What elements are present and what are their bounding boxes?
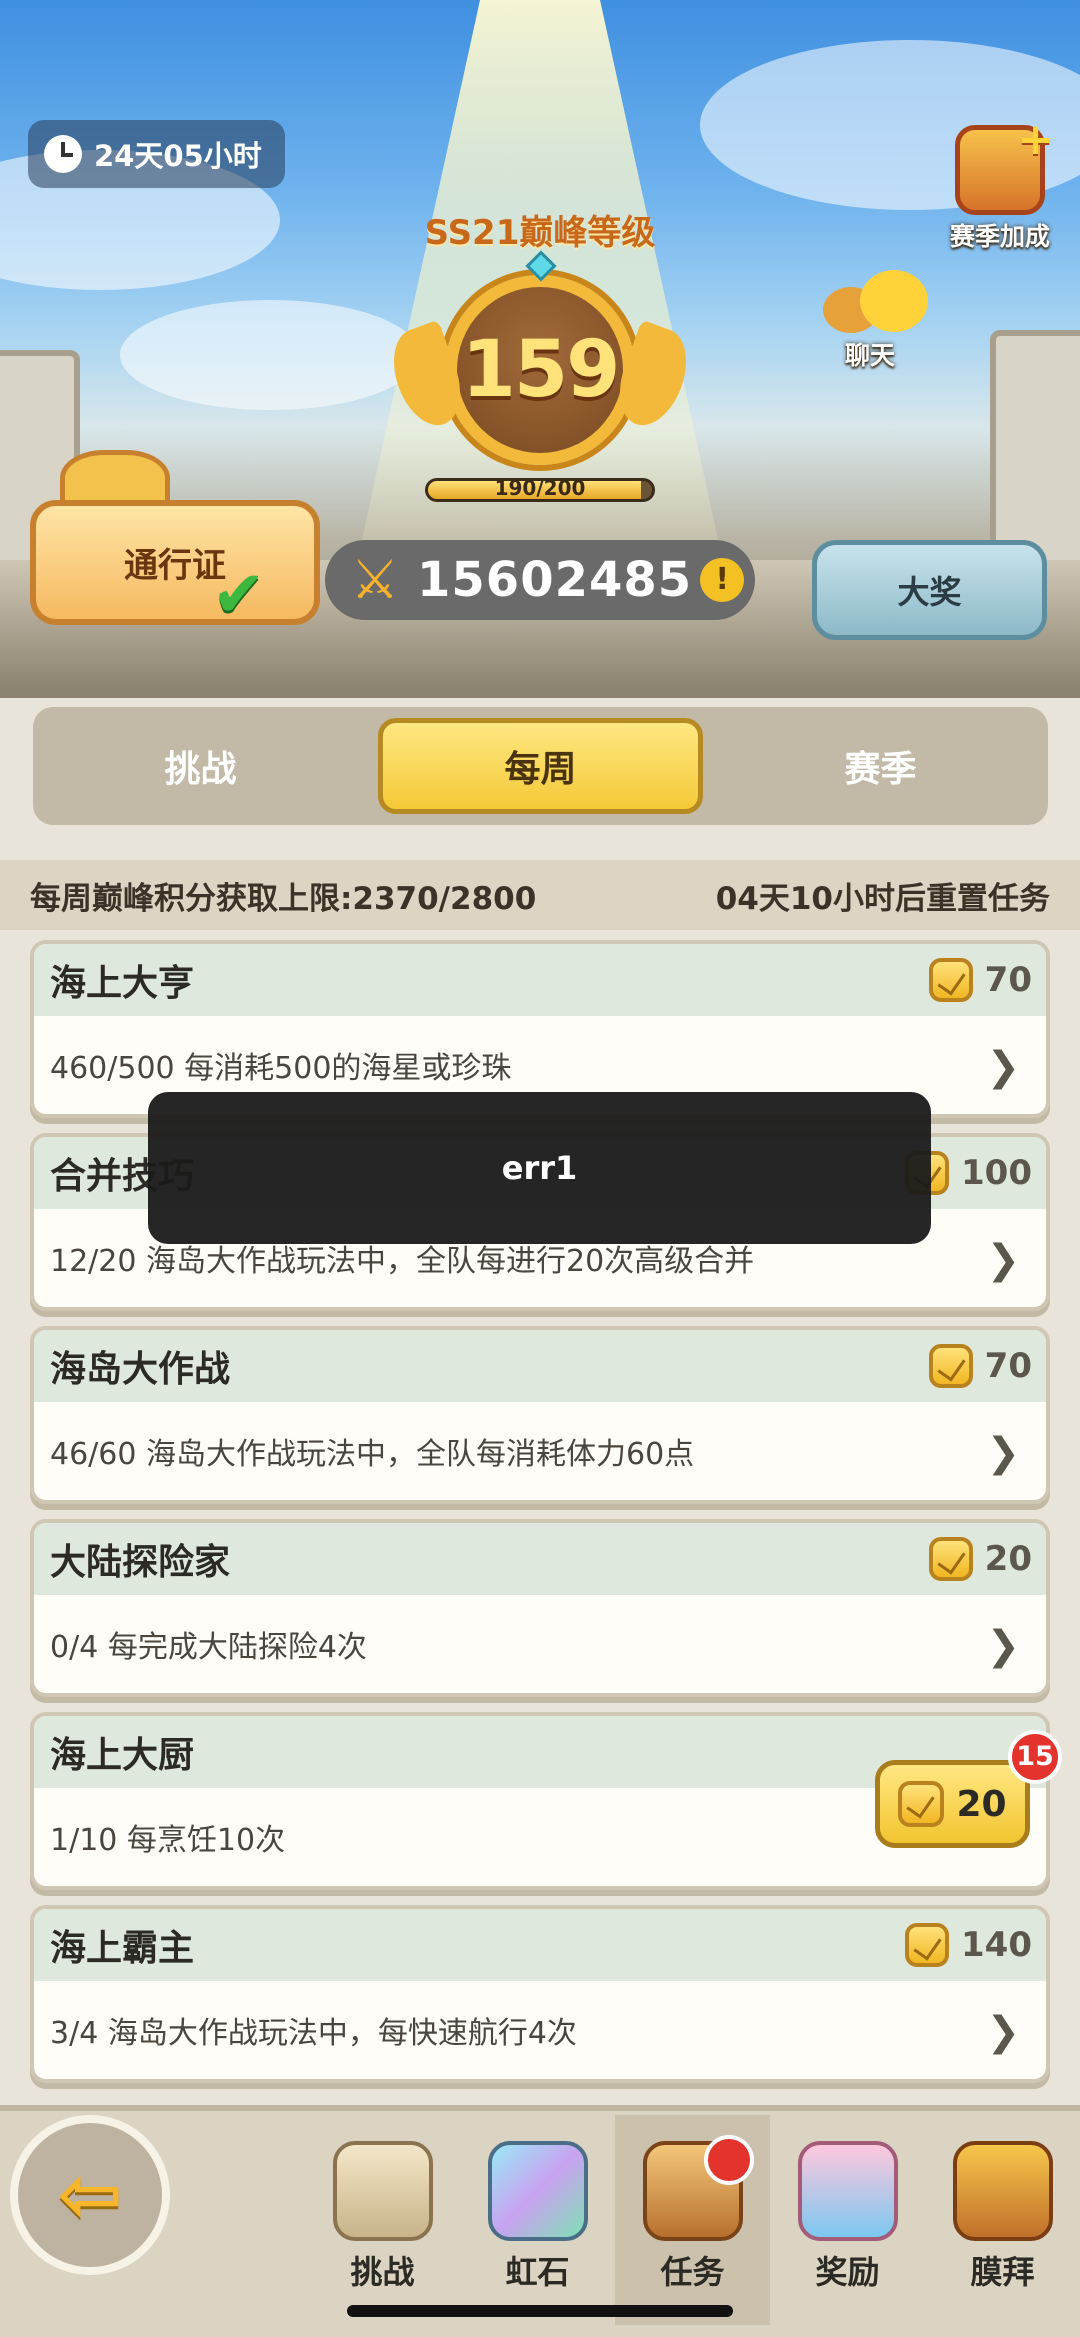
bell-icon bbox=[704, 2135, 754, 2185]
tab-season[interactable]: 赛季 bbox=[713, 707, 1048, 825]
rainbow-stone-icon bbox=[487, 2141, 588, 2241]
coin-icon bbox=[928, 1537, 973, 1581]
coin-icon bbox=[928, 958, 973, 1002]
task-reward-value: 70 bbox=[984, 960, 1032, 1000]
tab-weekly[interactable]: 每周 bbox=[378, 718, 703, 814]
bonus-shield-icon bbox=[955, 114, 1054, 215]
task-title: 海上大厨 bbox=[50, 1735, 195, 1776]
task-description: 0/4 每完成大陆探险4次 bbox=[50, 1630, 367, 1665]
grand-prize-button[interactable]: 大奖 bbox=[812, 540, 1047, 640]
chevron-right-icon[interactable]: ❯ bbox=[986, 1430, 1020, 1476]
reset-countdown-text: 04天10小时后重置任务 bbox=[715, 880, 1050, 917]
nav-label: 膜拜 bbox=[970, 2253, 1035, 2291]
chevron-right-icon[interactable]: ❯ bbox=[986, 2009, 1020, 2055]
toast-message: err1 bbox=[501, 1149, 578, 1187]
task-tabs: 挑战 每周 赛季 bbox=[33, 707, 1048, 825]
task-reward-value: 100 bbox=[961, 1153, 1032, 1193]
level-number: 159 bbox=[461, 325, 621, 415]
coin-icon bbox=[905, 1923, 950, 1967]
bottom-nav: 挑战 虹石 任务 奖励 膜拜 bbox=[305, 2115, 1080, 2325]
task-card[interactable]: 大陆探险家 20 0/4 每完成大陆探险4次 ❯ bbox=[30, 1519, 1050, 1697]
season-bonus-label: 赛季加成 bbox=[949, 222, 1050, 251]
swords-shield-icon bbox=[332, 2141, 433, 2241]
task-title: 海岛大作战 bbox=[50, 1349, 231, 1390]
home-indicator bbox=[347, 2305, 733, 2317]
nav-item-rewards[interactable]: 奖励 bbox=[770, 2115, 925, 2325]
nav-item-tasks[interactable]: 任务 bbox=[615, 2115, 770, 2325]
chat-button[interactable]: 聊天 bbox=[810, 265, 930, 372]
chevron-right-icon[interactable]: ❯ bbox=[986, 1044, 1020, 1090]
task-card[interactable]: 海岛大作战 70 46/60 海岛大作战玩法中，全队每消耗体力60点 ❯ bbox=[30, 1326, 1050, 1504]
weekly-limit-text: 每周巅峰积分获取上限:2370/2800 bbox=[30, 880, 537, 917]
nav-item-worship[interactable]: 膜拜 bbox=[925, 2115, 1080, 2325]
score-display: ⚔ 15602485 ! bbox=[325, 540, 755, 620]
gift-icon bbox=[797, 2141, 898, 2241]
weekly-info-bar: 每周巅峰积分获取上限:2370/2800 04天10小时后重置任务 bbox=[0, 860, 1080, 930]
task-description: 46/60 海岛大作战玩法中，全队每消耗体力60点 bbox=[50, 1437, 695, 1472]
checkmark-icon: ✔ bbox=[212, 558, 266, 632]
claim-reward-button[interactable]: 20 bbox=[875, 1760, 1030, 1848]
nav-label: 虹石 bbox=[505, 2253, 570, 2291]
task-reward: 70 bbox=[928, 1344, 1032, 1388]
tab-challenge[interactable]: 挑战 bbox=[33, 707, 368, 825]
season-title: SS21巅峰等级 bbox=[424, 213, 656, 253]
task-reward-value: 70 bbox=[984, 1346, 1032, 1386]
crossed-swords-icon: ⚔ bbox=[350, 548, 400, 611]
task-title: 海上霸主 bbox=[50, 1928, 195, 1969]
notification-badge: 15 bbox=[1008, 1730, 1062, 1784]
chat-label: 聊天 bbox=[844, 341, 895, 370]
chevron-right-icon[interactable]: ❯ bbox=[986, 1237, 1020, 1283]
nav-item-rainbow-stone[interactable]: 虹石 bbox=[460, 2115, 615, 2325]
clock-icon bbox=[44, 135, 82, 173]
back-button[interactable]: ⇦ bbox=[10, 2115, 170, 2275]
back-arrow-icon: ⇦ bbox=[57, 2150, 123, 2240]
battle-pass-label: 通行证 bbox=[124, 546, 226, 586]
chevron-right-icon[interactable]: ❯ bbox=[986, 1623, 1020, 1669]
task-reward: 70 bbox=[928, 958, 1032, 1002]
task-title: 海上大亨 bbox=[50, 963, 195, 1004]
nav-item-challenge[interactable]: 挑战 bbox=[305, 2115, 460, 2325]
season-timer: 24天05小时 bbox=[28, 120, 285, 188]
level-badge: 159 bbox=[381, 250, 699, 465]
task-reward-value: 140 bbox=[961, 1925, 1032, 1965]
error-toast: err1 bbox=[148, 1092, 931, 1244]
claim-reward-value: 20 bbox=[956, 1783, 1007, 1825]
info-icon[interactable]: ! bbox=[700, 558, 745, 602]
coin-icon bbox=[928, 1344, 973, 1388]
xp-text: 190/200 bbox=[494, 476, 586, 500]
task-title: 大陆探险家 bbox=[50, 1542, 231, 1583]
task-description: 3/4 海岛大作战玩法中，每快速航行4次 bbox=[50, 2016, 577, 2051]
cloud bbox=[120, 300, 420, 410]
nav-label: 挑战 bbox=[350, 2253, 415, 2291]
task-reward: 140 bbox=[905, 1923, 1032, 1967]
score-value: 15602485 bbox=[417, 552, 693, 608]
nav-label: 奖励 bbox=[815, 2253, 880, 2291]
totem-icon bbox=[952, 2141, 1053, 2241]
nav-label: 任务 bbox=[660, 2253, 725, 2291]
task-reward-value: 20 bbox=[984, 1539, 1032, 1579]
timer-text: 24天05小时 bbox=[94, 139, 262, 173]
grand-prize-label: 大奖 bbox=[897, 573, 962, 611]
chat-bubble-icon bbox=[815, 265, 928, 340]
season-bonus-button[interactable]: 赛季加成 bbox=[940, 114, 1060, 253]
task-card[interactable]: 海上霸主 140 3/4 海岛大作战玩法中，每快速航行4次 ❯ bbox=[30, 1905, 1050, 2083]
task-reward: 20 bbox=[928, 1537, 1032, 1581]
coin-icon bbox=[898, 1781, 945, 1827]
